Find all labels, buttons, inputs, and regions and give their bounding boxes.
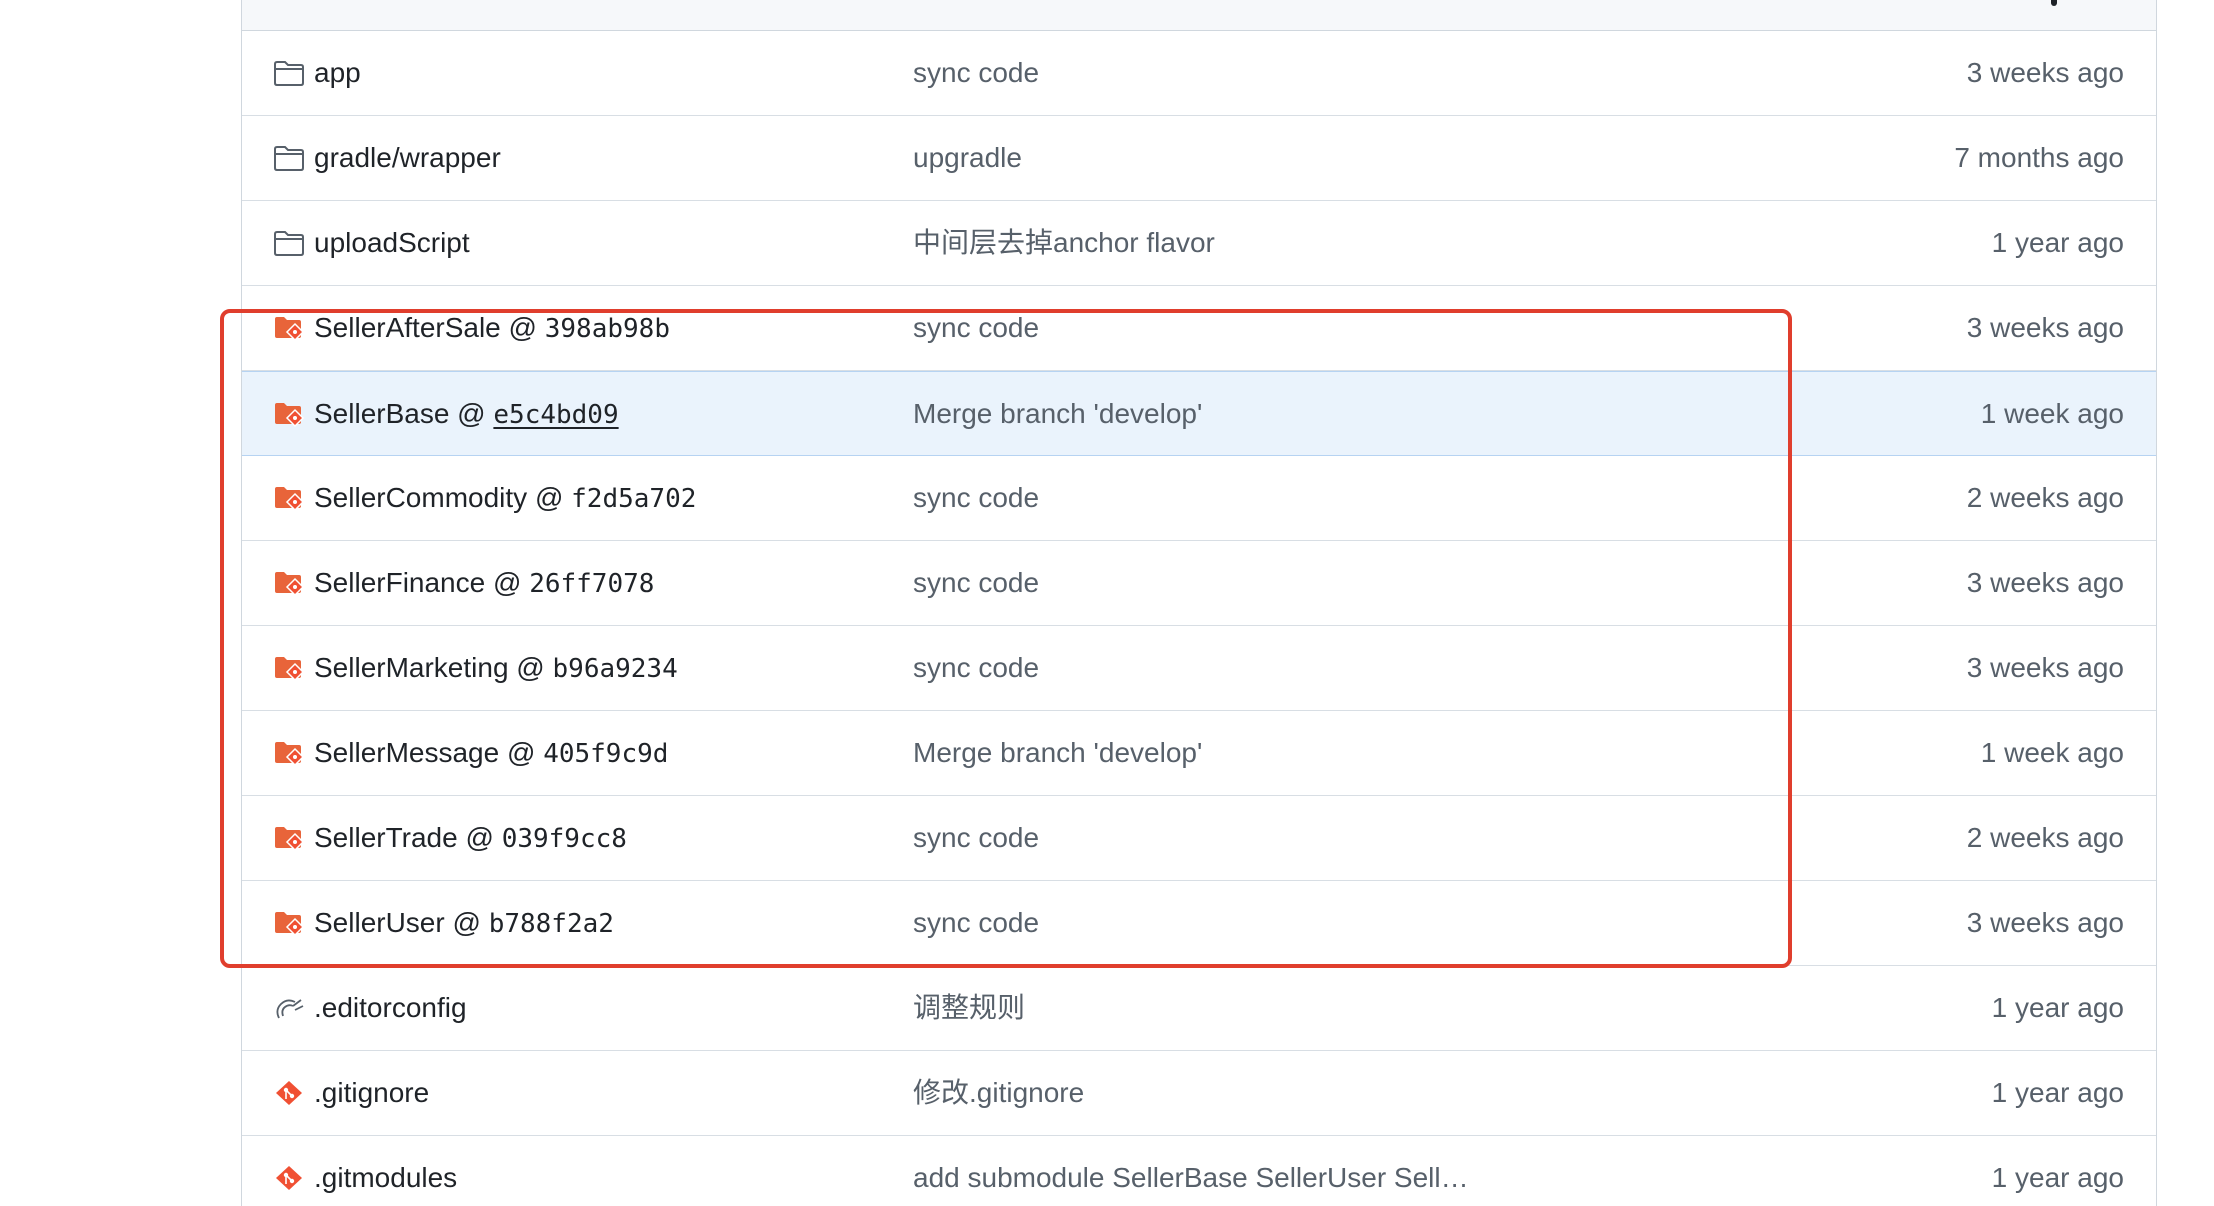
file-list-header xyxy=(242,0,2156,31)
submodule-name-link[interactable]: SellerBase @ e5c4bd09 xyxy=(314,392,619,437)
file-name-link[interactable]: .gitignore xyxy=(314,1071,429,1115)
submodule-name-link[interactable]: SellerTrade @ 039f9cc8 xyxy=(314,816,627,861)
commit-message-link[interactable]: sync code xyxy=(913,816,1039,860)
submodule-name-link[interactable]: SellerCommodity @ f2d5a702 xyxy=(314,476,696,521)
commit-age: 7 months ago xyxy=(1954,142,2124,173)
file-row[interactable]: SellerBase @ e5c4bd09 Merge branch 'deve… xyxy=(242,371,2156,456)
file-row[interactable]: .gitignore 修改.gitignore 1 year ago xyxy=(242,1051,2156,1136)
submodule-commit-hash[interactable]: f2d5a702 xyxy=(571,484,696,514)
file-row[interactable]: SellerCommodity @ f2d5a702 sync code 2 w… xyxy=(242,456,2156,541)
submodule-name-link[interactable]: SellerMarketing @ b96a9234 xyxy=(314,646,678,691)
commit-message-link[interactable]: sync code xyxy=(913,561,1039,605)
header-marker xyxy=(2051,0,2057,6)
submodule-commit-hash[interactable]: b788f2a2 xyxy=(489,909,614,939)
file-row[interactable]: app sync code 3 weeks ago xyxy=(242,31,2156,116)
commit-message-link[interactable]: sync code xyxy=(913,51,1039,95)
editorconfig-icon xyxy=(276,999,304,1019)
submodule-folder-icon xyxy=(275,572,305,597)
file-row[interactable]: uploadScript 中间层去掉anchor flavor 1 year a… xyxy=(242,201,2156,286)
commit-age: 1 year ago xyxy=(1991,1077,2124,1108)
submodule-commit-hash[interactable]: e5c4bd09 xyxy=(493,400,618,430)
commit-age: 1 week ago xyxy=(1980,737,2124,768)
commit-message-link[interactable]: 调整规则 xyxy=(913,986,1025,1030)
commit-message-link[interactable]: upgradle xyxy=(913,136,1022,180)
file-row[interactable]: .editorconfig 调整规则 1 year ago xyxy=(242,966,2156,1051)
folder-icon xyxy=(274,61,304,86)
submodule-folder-icon xyxy=(275,403,305,428)
commit-message-link[interactable]: 修改.gitignore xyxy=(913,1071,1084,1115)
commit-age: 3 weeks ago xyxy=(1966,57,2124,88)
commit-age: 3 weeks ago xyxy=(1966,652,2124,683)
commit-message-link[interactable]: sync code xyxy=(913,306,1039,350)
file-row[interactable]: SellerTrade @ 039f9cc8 sync code 2 weeks… xyxy=(242,796,2156,881)
file-name-link[interactable]: .editorconfig xyxy=(314,986,467,1030)
file-name-link[interactable]: gradle/wrapper xyxy=(314,136,501,180)
repository-page: app sync code 3 weeks ago gradle/wrapper… xyxy=(0,0,2214,1206)
file-row[interactable]: gradle/wrapper upgradle 7 months ago xyxy=(242,116,2156,201)
file-row[interactable]: SellerAfterSale @ 398ab98b sync code 3 w… xyxy=(242,286,2156,371)
commit-message-link[interactable]: Merge branch 'develop' xyxy=(913,731,1202,775)
submodule-commit-hash[interactable]: b96a9234 xyxy=(553,654,678,684)
commit-age: 3 weeks ago xyxy=(1966,312,2124,343)
file-row[interactable]: SellerMessage @ 405f9c9d Merge branch 'd… xyxy=(242,711,2156,796)
file-row[interactable]: .gitmodules add submodule SellerBase Sel… xyxy=(242,1136,2156,1206)
commit-age: 1 year ago xyxy=(1991,992,2124,1023)
commit-age: 1 year ago xyxy=(1991,227,2124,258)
submodule-name-link[interactable]: SellerUser @ b788f2a2 xyxy=(314,901,614,946)
commit-age: 2 weeks ago xyxy=(1966,822,2124,853)
folder-icon xyxy=(274,146,304,171)
submodule-commit-hash[interactable]: 398ab98b xyxy=(545,314,670,344)
submodule-folder-icon xyxy=(275,487,305,512)
file-name-link[interactable]: .gitmodules xyxy=(314,1156,457,1200)
commit-message-link[interactable]: sync code xyxy=(913,901,1039,945)
git-icon xyxy=(276,1081,302,1105)
commit-age: 1 week ago xyxy=(1980,398,2124,429)
submodule-name-link[interactable]: SellerMessage @ 405f9c9d xyxy=(314,731,668,776)
file-row[interactable]: SellerUser @ b788f2a2 sync code 3 weeks … xyxy=(242,881,2156,966)
submodule-name-link[interactable]: SellerAfterSale @ 398ab98b xyxy=(314,306,670,351)
commit-age: 3 weeks ago xyxy=(1966,567,2124,598)
submodule-folder-icon xyxy=(275,742,305,767)
submodule-folder-icon xyxy=(275,912,305,937)
submodule-commit-hash[interactable]: 26ff7078 xyxy=(529,569,654,599)
commit-message-link[interactable]: 中间层去掉anchor flavor xyxy=(913,221,1215,265)
file-list-table: app sync code 3 weeks ago gradle/wrapper… xyxy=(241,0,2157,1206)
submodule-folder-icon xyxy=(275,317,305,342)
commit-age: 2 weeks ago xyxy=(1966,482,2124,513)
file-row[interactable]: SellerFinance @ 26ff7078 sync code 3 wee… xyxy=(242,541,2156,626)
file-name-link[interactable]: uploadScript xyxy=(314,221,470,265)
commit-age: 1 year ago xyxy=(1991,1162,2124,1193)
submodule-folder-icon xyxy=(275,657,305,682)
file-name-link[interactable]: app xyxy=(314,51,361,95)
submodule-commit-hash[interactable]: 405f9c9d xyxy=(543,739,668,769)
submodule-name-link[interactable]: SellerFinance @ 26ff7078 xyxy=(314,561,654,606)
submodule-commit-hash[interactable]: 039f9cc8 xyxy=(502,824,627,854)
folder-icon xyxy=(274,231,304,256)
file-row[interactable]: SellerMarketing @ b96a9234 sync code 3 w… xyxy=(242,626,2156,711)
git-icon xyxy=(276,1166,302,1190)
commit-message-link[interactable]: add submodule SellerBase SellerUser Sell… xyxy=(913,1156,1469,1200)
submodule-folder-icon xyxy=(275,827,305,852)
commit-message-link[interactable]: sync code xyxy=(913,646,1039,690)
commit-age: 3 weeks ago xyxy=(1966,907,2124,938)
commit-message-link[interactable]: Merge branch 'develop' xyxy=(913,392,1202,436)
commit-message-link[interactable]: sync code xyxy=(913,476,1039,520)
